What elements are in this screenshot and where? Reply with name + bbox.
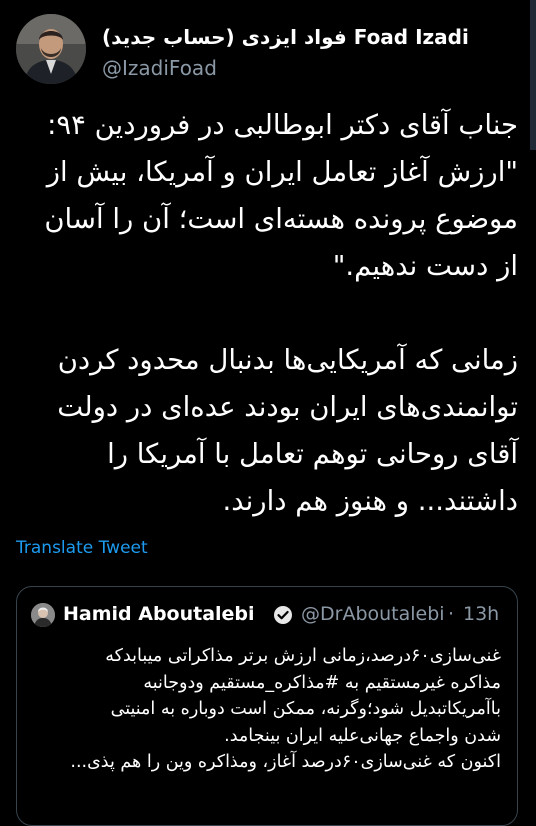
author-handle[interactable]: @IzadiFoad [102, 55, 469, 81]
author-display-name[interactable]: (حساب جدید) فواد ایزدی Foad Izadi [102, 24, 469, 50]
tweet-line: "ارزش آغاز تعامل ایران و آمریکا، بیش از [46, 156, 518, 188]
quoted-author-avatar[interactable] [31, 603, 55, 627]
quoted-tweet[interactable]: Hamid Aboutalebi @DrAboutalebi · 13h غنی… [16, 586, 518, 826]
quoted-line: باآمریکاتبدیل شود؛وگرنه، ممکن است دوباره… [110, 699, 501, 719]
separator-dot: · [448, 603, 455, 625]
tweet-line: موضوع پرونده هسته‌ای است؛ آن را آسان [44, 203, 518, 235]
quoted-author-handle[interactable]: @DrAboutalebi [301, 603, 445, 625]
tweet-paragraph-2: زمانی که آمریکایی‌ها بدنبال محدود کردن ت… [14, 337, 518, 525]
quoted-line: غنی‌سازی۶۰درصد،زمانی ارزش برتر مذاکراتی … [105, 646, 501, 666]
tweet-line: جناب آقای دکتر ابوطالبی در فروردین ۹۴: [47, 109, 518, 141]
translate-tweet-link[interactable]: Translate Tweet [16, 538, 148, 558]
quoted-line: مذاکره غیرمستقیم به #مذاکره_مستقیم ودوجا… [143, 672, 501, 693]
quoted-tweet-text: غنی‌سازی۶۰درصد،زمانی ارزش برتر مذاکراتی … [29, 643, 501, 776]
tweet-line: آقای روحانی توهم تعامل با آمریکا را [107, 438, 518, 470]
scrollbar[interactable] [530, 0, 536, 150]
tweet-line: توانمندی‌های ایران بودند عده‌ای در دولت [57, 391, 518, 423]
tweet-header: (حساب جدید) فواد ایزدی Foad Izadi @Izadi… [16, 14, 520, 86]
tweet-paragraph-1: جناب آقای دکتر ابوطالبی در فروردین ۹۴: "… [14, 102, 518, 290]
quoted-author-name[interactable]: Hamid Aboutalebi [63, 603, 255, 625]
tweet-text: جناب آقای دکتر ابوطالبی در فروردین ۹۴: "… [14, 102, 518, 525]
quoted-tweet-time[interactable]: 13h [463, 603, 499, 625]
tweet-line: از دست ندهیم." [332, 250, 518, 282]
tweet-line: داشتند... و هنوز هم دارند. [222, 485, 518, 517]
verified-badge-icon [274, 606, 292, 624]
quoted-line: شدن واجماع جهانی‌علیه ایران بینجامد. [224, 725, 501, 746]
tweet-line: زمانی که آمریکایی‌ها بدنبال محدود کردن [57, 344, 518, 376]
quoted-line: اکنون که غنی‌سازی۶۰درصد آغاز، ومذاکره وی… [70, 752, 501, 772]
author-avatar[interactable] [16, 14, 86, 84]
